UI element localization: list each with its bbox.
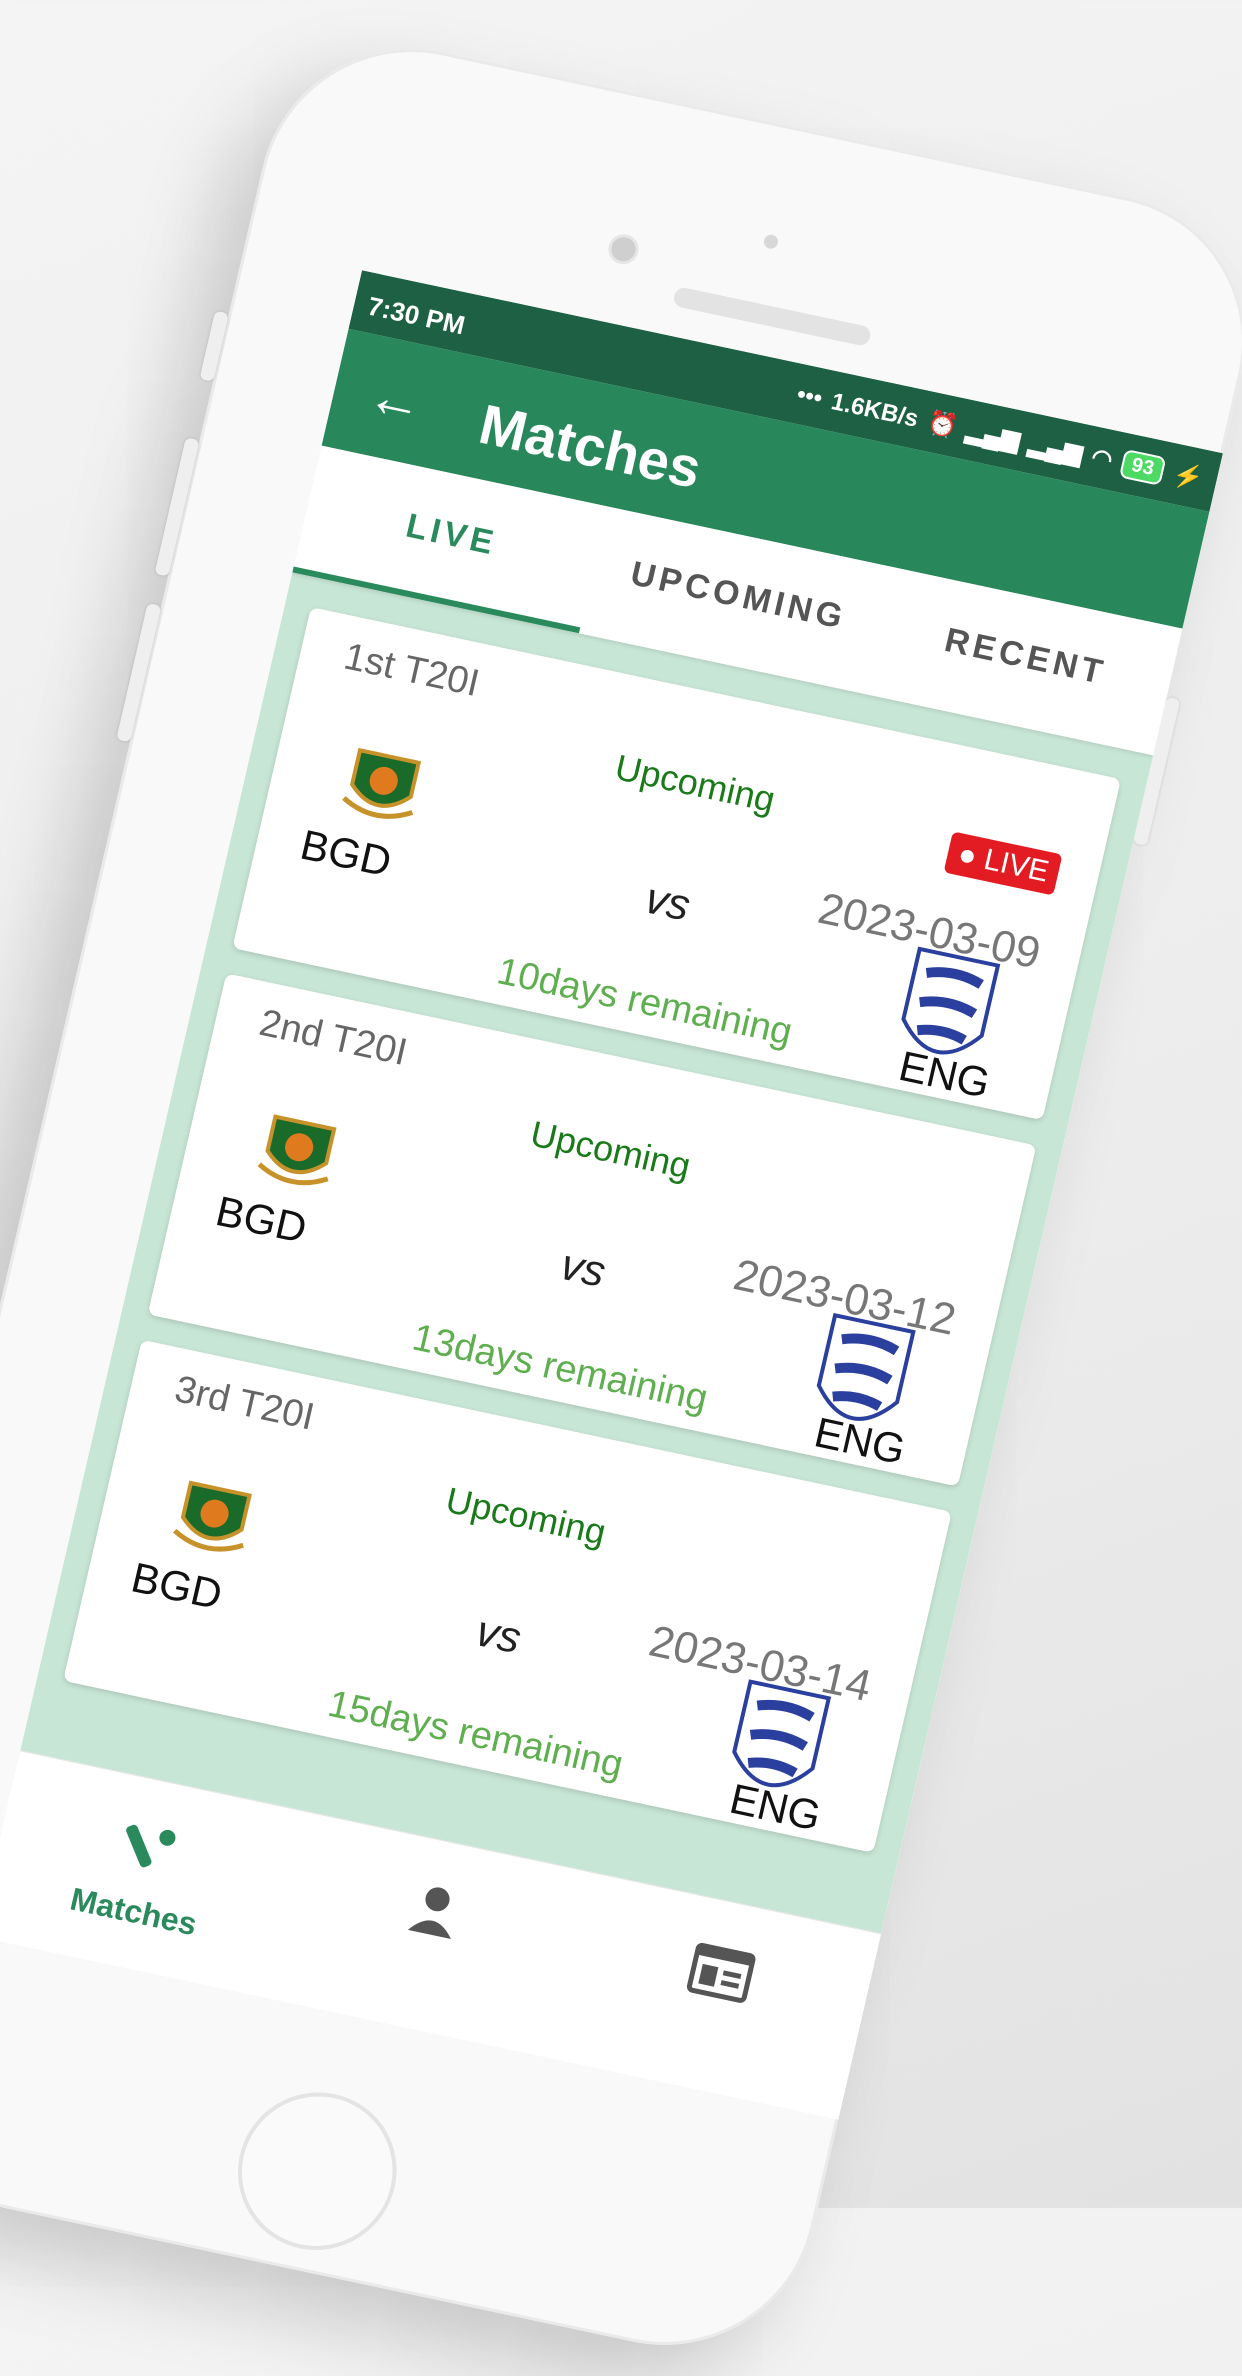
charging-icon: ⚡ <box>1170 460 1206 494</box>
front-camera <box>605 231 642 267</box>
proximity-sensor <box>762 233 780 250</box>
status-time: 7:30 PM <box>364 290 468 341</box>
battery-icon: 93 <box>1118 448 1167 486</box>
network-speed: 1.6KB/s <box>828 387 922 433</box>
cricket-icon <box>125 1824 176 1868</box>
home-button <box>222 2077 413 2265</box>
live-badge-label: LIVE <box>980 842 1052 889</box>
wifi-icon: ◠ <box>1088 443 1116 475</box>
dots-icon: ••• <box>794 380 826 412</box>
phone-mockup: 7:30 PM ••• 1.6KB/s ⏰ ▂▄▆ ▂▄▆ ◠ 93 ⚡ ← M… <box>0 9 1242 2373</box>
person-icon <box>407 1887 451 1939</box>
news-icon <box>687 1943 756 2003</box>
phone-body: 7:30 PM ••• 1.6KB/s ⏰ ▂▄▆ ▂▄▆ ◠ 93 ⚡ ← M… <box>0 21 1242 2373</box>
match-list: 1st T20I Upcoming ● LIVE 2023-03-09 BGD … <box>13 572 1154 1964</box>
app-screen: 7:30 PM ••• 1.6KB/s ⏰ ▂▄▆ ▂▄▆ ◠ 93 ⚡ ← M… <box>0 270 1223 2120</box>
volume-down-button <box>116 602 162 743</box>
volume-up-button <box>154 437 200 577</box>
signal-icon-2: ▂▄▆ <box>1026 430 1085 468</box>
signal-icon: ▂▄▆ <box>963 416 1023 455</box>
earpiece-speaker <box>672 286 873 348</box>
back-arrow-icon[interactable]: ← <box>361 361 431 436</box>
alarm-icon: ⏰ <box>924 408 960 442</box>
mute-switch <box>199 310 229 382</box>
